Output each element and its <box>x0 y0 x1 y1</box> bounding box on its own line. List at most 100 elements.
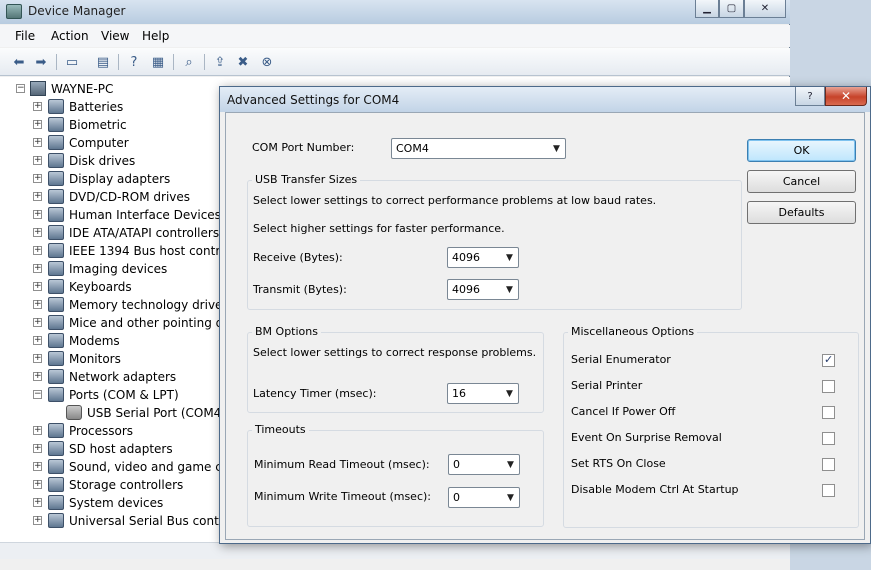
view-icon[interactable]: ▦ <box>149 53 167 71</box>
misc-option-label: Serial Printer <box>571 379 643 392</box>
expand-icon[interactable]: + <box>33 372 42 381</box>
expand-icon[interactable]: + <box>33 300 42 309</box>
misc-option-checkbox[interactable] <box>822 353 835 367</box>
bm-options-group: BM Options Select lower settings to corr… <box>247 325 544 413</box>
dialog-help-button[interactable]: ? <box>795 87 825 106</box>
tree-item-label: Monitors <box>69 351 121 366</box>
tree-category[interactable]: + Storage controllers <box>33 476 183 493</box>
horizontal-scrollbar[interactable] <box>0 542 790 559</box>
cancel-button[interactable]: Cancel <box>747 170 856 193</box>
usb-transfer-title: USB Transfer Sizes <box>252 173 361 186</box>
collapse-icon[interactable]: − <box>16 84 25 93</box>
expand-icon[interactable]: + <box>33 444 42 453</box>
tree-category[interactable]: + Processors <box>33 422 133 439</box>
timeouts-title: Timeouts <box>252 423 309 436</box>
transmit-select[interactable]: 4096 ▼ <box>447 279 519 300</box>
expand-icon[interactable]: + <box>33 120 42 129</box>
read-timeout-value: 0 <box>453 458 460 471</box>
misc-option-label: Cancel If Power Off <box>571 405 676 418</box>
misc-option-checkbox[interactable] <box>822 380 835 393</box>
disable-device-icon[interactable]: ⊗ <box>258 53 276 71</box>
expand-icon[interactable]: + <box>33 426 42 435</box>
tree-category[interactable]: + Keyboards <box>33 278 132 295</box>
misc-option-checkbox[interactable] <box>822 484 835 497</box>
expand-icon[interactable]: + <box>33 318 42 327</box>
expand-icon[interactable]: + <box>33 192 42 201</box>
expand-icon[interactable]: + <box>33 498 42 507</box>
dialog-titlebar[interactable]: Advanced Settings for COM4 ? ✕ <box>220 87 870 112</box>
tree-category[interactable]: + Monitors <box>33 350 121 367</box>
expand-icon[interactable]: + <box>33 516 42 525</box>
tree-category[interactable]: + Display adapters <box>33 170 170 187</box>
system-device-icon <box>48 495 64 510</box>
expand-icon[interactable]: + <box>33 462 42 471</box>
tree-category[interactable]: + Computer <box>33 134 129 151</box>
latency-timer-select[interactable]: 16 ▼ <box>447 383 519 404</box>
tree-category[interactable]: + SD host adapters <box>33 440 173 457</box>
latency-timer-label: Latency Timer (msec): <box>253 387 377 400</box>
receive-label: Receive (Bytes): <box>253 251 343 264</box>
camera-icon <box>48 261 64 276</box>
maximize-button[interactable]: ▢ <box>719 0 744 18</box>
misc-option-checkbox[interactable] <box>822 432 835 445</box>
properties-icon[interactable]: ▤ <box>94 53 112 71</box>
tree-category[interactable]: + DVD/CD-ROM drives <box>33 188 190 205</box>
expand-icon[interactable]: + <box>33 156 42 165</box>
expand-icon[interactable]: + <box>33 336 42 345</box>
scan-hardware-icon[interactable]: ⌕ <box>180 53 198 71</box>
expand-icon[interactable]: + <box>33 210 42 219</box>
expand-icon[interactable]: + <box>33 228 42 237</box>
show-hide-console-tree-icon[interactable]: ▭ <box>63 53 81 71</box>
tree-category[interactable]: + Imaging devices <box>33 260 167 277</box>
read-timeout-select[interactable]: 0 ▼ <box>448 454 520 475</box>
advanced-settings-dialog: Advanced Settings for COM4 ? ✕ COM Port … <box>219 86 871 544</box>
menu-help[interactable]: Help <box>142 29 169 43</box>
tree-category[interactable]: − Ports (COM & LPT) <box>33 386 179 403</box>
help-icon[interactable]: ? <box>125 53 143 71</box>
tree-category[interactable]: + Biometric <box>33 116 127 133</box>
expand-icon[interactable]: + <box>33 246 42 255</box>
tree-item-label: Storage controllers <box>69 477 184 492</box>
tree-category[interactable]: + Batteries <box>33 98 123 115</box>
expand-icon[interactable]: + <box>33 138 42 147</box>
ide-controller-icon <box>48 225 64 240</box>
minimize-button[interactable]: ▁ <box>695 0 719 18</box>
forward-icon[interactable]: ➡ <box>32 53 50 71</box>
back-icon[interactable]: ⬅ <box>10 53 28 71</box>
uninstall-icon[interactable]: ✖ <box>234 53 252 71</box>
menu-file[interactable]: File <box>15 29 35 43</box>
tree-device-usb-serial-port[interactable]: USB Serial Port (COM4) <box>66 404 226 421</box>
dialog-title: Advanced Settings for COM4 <box>227 93 400 107</box>
dialog-close-button[interactable]: ✕ <box>825 87 867 106</box>
expand-icon[interactable]: + <box>33 264 42 273</box>
tree-category[interactable]: + Human Interface Devices <box>33 206 221 223</box>
receive-select[interactable]: 4096 ▼ <box>447 247 519 268</box>
expand-icon[interactable]: + <box>33 102 42 111</box>
toolbar-separator <box>118 54 119 70</box>
expand-icon[interactable]: + <box>33 174 42 183</box>
tree-category[interactable]: + Modems <box>33 332 120 349</box>
device-manager-titlebar[interactable]: Device Manager ▁ ▢ ✕ <box>0 0 790 24</box>
tree-category[interactable]: + System devices <box>33 494 163 511</box>
network-adapter-icon <box>48 369 64 384</box>
expand-icon[interactable]: + <box>33 282 42 291</box>
tree-category[interactable]: + Memory technology driver <box>33 296 227 313</box>
misc-option-label: Disable Modem Ctrl At Startup <box>571 483 739 496</box>
write-timeout-select[interactable]: 0 ▼ <box>448 487 520 508</box>
collapse-icon[interactable]: − <box>33 390 42 399</box>
misc-option-checkbox[interactable] <box>822 406 835 419</box>
ok-button[interactable]: OK <box>747 139 856 162</box>
tree-category[interactable]: + Network adapters <box>33 368 176 385</box>
close-button[interactable]: ✕ <box>744 0 786 18</box>
tree-category[interactable]: + IDE ATA/ATAPI controllers <box>33 224 219 241</box>
update-driver-icon[interactable]: ⇪ <box>211 53 229 71</box>
expand-icon[interactable]: + <box>33 354 42 363</box>
misc-option-checkbox[interactable] <box>822 458 835 471</box>
tree-root-computer[interactable]: − WAYNE-PC <box>16 80 113 97</box>
com-port-select[interactable]: COM4 ▼ <box>391 138 566 159</box>
menu-action[interactable]: Action <box>51 29 89 43</box>
menu-view[interactable]: View <box>101 29 129 43</box>
defaults-button[interactable]: Defaults <box>747 201 856 224</box>
expand-icon[interactable]: + <box>33 480 42 489</box>
tree-category[interactable]: + Disk drives <box>33 152 135 169</box>
